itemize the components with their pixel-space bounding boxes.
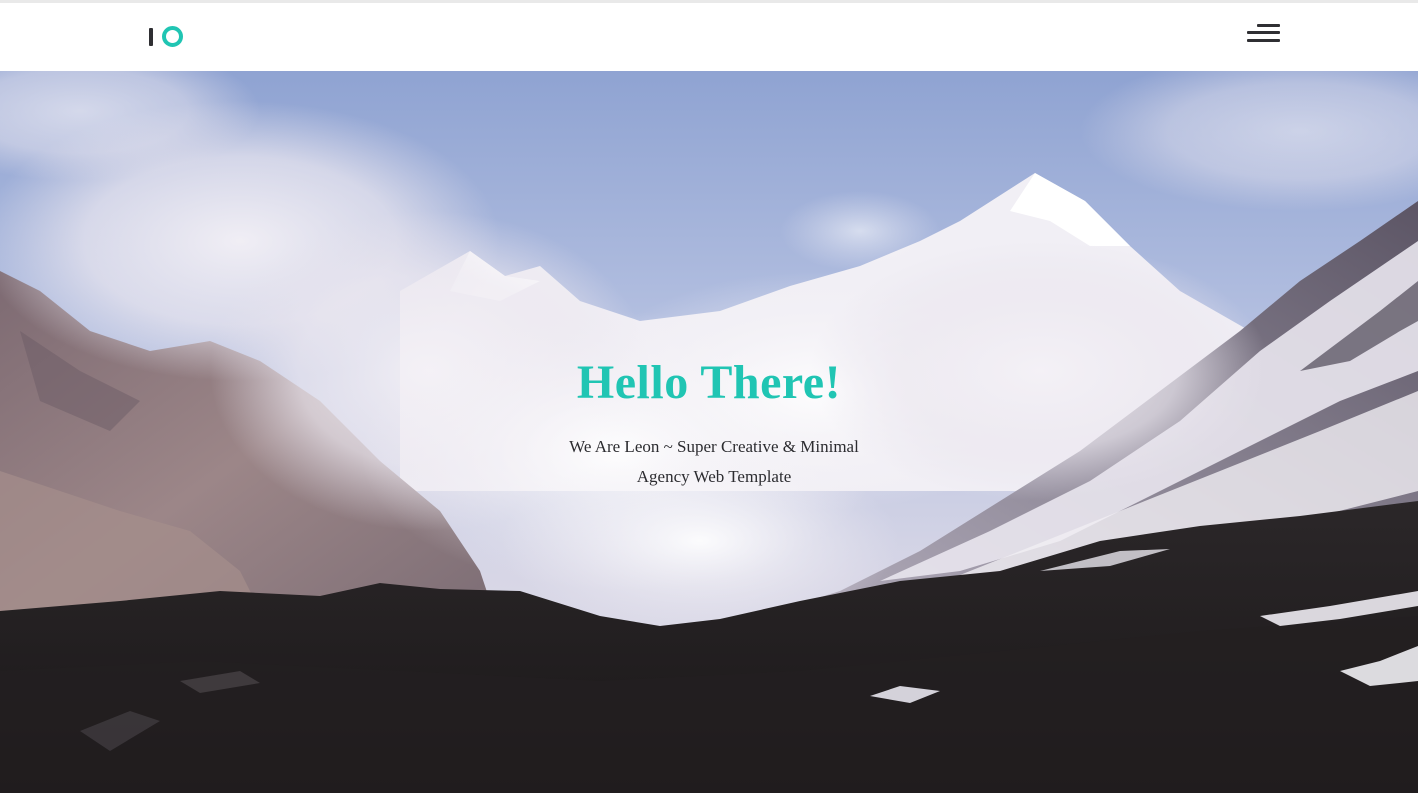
logo-link[interactable] [149,25,183,49]
hero-subtitle: We Are Leon ~ Super Creative & Minimal A… [569,437,859,486]
hero-content: Hello There! We Are Leon ~ Super Creativ… [0,71,1418,793]
hero-section: Hello There! We Are Leon ~ Super Creativ… [0,71,1418,793]
logo-ring-icon [162,26,183,47]
hamburger-menu-icon [1257,24,1280,27]
logo-bar-icon [149,28,153,46]
hamburger-menu-icon-line [1247,31,1280,34]
hamburger-menu-button[interactable] [1244,20,1280,46]
landing-page: Hello There! We Are Leon ~ Super Creativ… [0,0,1418,793]
hero-title: Hello There! [576,356,842,409]
hamburger-menu-icon-line [1247,39,1280,42]
navbar [0,3,1418,71]
